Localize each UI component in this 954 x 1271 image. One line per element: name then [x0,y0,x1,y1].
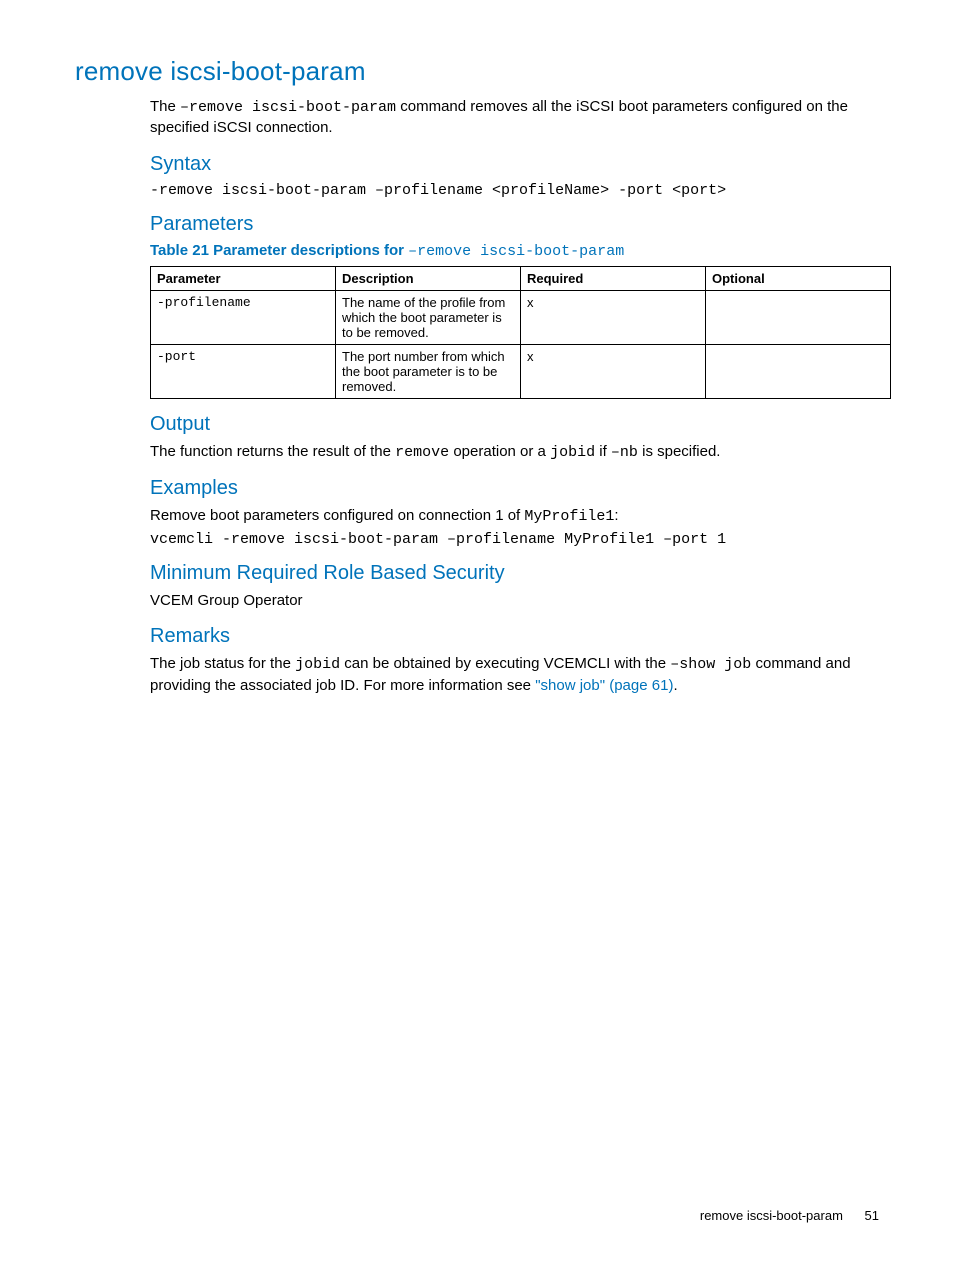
output-paragraph: The function returns the result of the r… [150,442,879,463]
table-header-row: Parameter Description Required Optional [151,266,891,290]
output-code1: remove [395,444,449,461]
intro-pre: The [150,98,180,115]
th-description: Description [336,266,521,290]
cell-optional [706,290,891,344]
th-optional: Optional [706,266,891,290]
cell-required: x [521,290,706,344]
th-required: Required [521,266,706,290]
body: The –remove iscsi-boot-param command rem… [150,97,879,696]
th-parameter: Parameter [151,266,336,290]
output-mid2: if [595,443,611,460]
table-row: -profilename The name of the profile fro… [151,290,891,344]
remarks-post: . [673,677,677,694]
output-heading: Output [150,413,879,436]
cell-param: -profilename [151,290,336,344]
table-row: -port The port number from which the boo… [151,344,891,398]
cell-desc: The name of the profile from which the b… [336,290,521,344]
syntax-heading: Syntax [150,153,879,176]
output-pre: The function returns the result of the [150,443,395,460]
examples-heading: Examples [150,477,879,500]
examples-line1-pre: Remove boot parameters configured on con… [150,507,524,524]
table-caption-bold: Table 21 Parameter descriptions for [150,242,408,259]
security-text: VCEM Group Operator [150,591,879,611]
security-heading: Minimum Required Role Based Security [150,562,879,585]
output-mid: operation or a [449,443,550,460]
remarks-link[interactable]: "show job" (page 61) [535,677,673,694]
remarks-paragraph: The job status for the jobid can be obta… [150,654,879,696]
table-caption-mono: –remove iscsi-boot-param [408,243,624,260]
syntax-line: -remove iscsi-boot-param –profilename <p… [150,182,879,199]
parameters-table: Parameter Description Required Optional … [150,266,891,399]
output-post: is specified. [638,443,721,460]
cell-required: x [521,344,706,398]
output-code2: jobid [550,444,595,461]
remarks-heading: Remarks [150,625,879,648]
examples-line1-code: MyProfile1 [524,508,614,525]
examples-line1: Remove boot parameters configured on con… [150,506,879,527]
page-title: remove iscsi-boot-param [75,56,879,87]
remarks-mid1: can be obtained by executing VCEMCLI wit… [340,655,670,672]
page-footer: remove iscsi-boot-param 51 [700,1208,879,1223]
table-caption: Table 21 Parameter descriptions for –rem… [150,242,879,260]
cell-optional [706,344,891,398]
examples-line2: vcemcli -remove iscsi-boot-param –profil… [150,531,879,548]
output-code3: –nb [611,444,638,461]
cell-desc: The port number from which the boot para… [336,344,521,398]
page-content: remove iscsi-boot-param The –remove iscs… [0,0,954,696]
examples-line1-post: : [614,507,618,524]
remarks-pre: The job status for the [150,655,295,672]
remarks-code1: jobid [295,656,340,673]
remarks-code2: –show job [670,656,751,673]
intro-cmd: –remove iscsi-boot-param [180,99,396,116]
intro-paragraph: The –remove iscsi-boot-param command rem… [150,97,879,139]
parameters-heading: Parameters [150,213,879,236]
cell-param: -port [151,344,336,398]
footer-text: remove iscsi-boot-param [700,1208,843,1223]
footer-page-number: 51 [865,1208,879,1223]
